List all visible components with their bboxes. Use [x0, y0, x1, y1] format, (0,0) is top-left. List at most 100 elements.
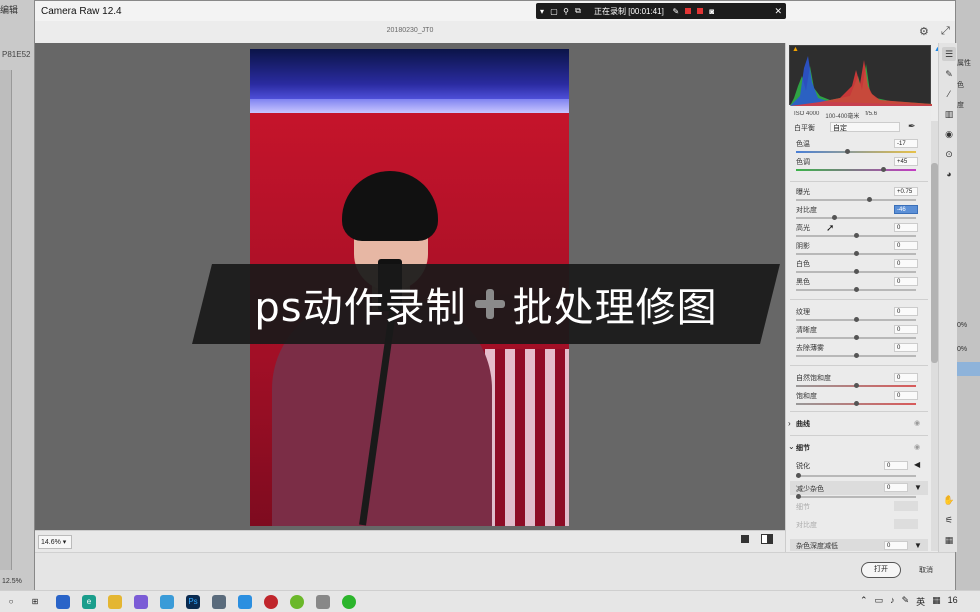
slider-track[interactable] [796, 233, 916, 238]
photoshop-icon[interactable]: Ps [186, 595, 200, 609]
slider-value-field[interactable]: +0.75 [894, 187, 918, 196]
slider-value-field[interactable]: 0 [894, 277, 918, 286]
slider-value-field[interactable]: -46 [894, 205, 918, 214]
pause-icon[interactable] [696, 8, 703, 14]
close-icon[interactable]: ✕ [774, 6, 782, 17]
zoom-select[interactable]: 14.6% ▾ [38, 535, 72, 549]
slider-value-field[interactable]: 0 [894, 259, 918, 268]
chevron-right-icon[interactable]: › [788, 419, 791, 428]
slider-track[interactable] [796, 287, 916, 292]
pen-icon[interactable]: ✎ [902, 595, 910, 608]
slider-thumb[interactable] [853, 287, 859, 292]
slider-value-field[interactable]: -17 [894, 139, 918, 148]
single-view-icon[interactable] [741, 535, 749, 543]
eye-icon[interactable]: ◉ [914, 419, 920, 427]
ps-doc-tab[interactable]: P81E52 [2, 50, 30, 59]
slider-value-field[interactable]: 0 [894, 241, 918, 250]
start-icon[interactable]: ○ [4, 595, 18, 609]
app-icon[interactable] [56, 595, 70, 609]
hand-icon[interactable]: ✋ [942, 493, 956, 507]
slider-thumb[interactable] [853, 353, 859, 358]
sharpen-slider[interactable] [796, 473, 916, 478]
network-icon[interactable]: ▭ [875, 595, 884, 608]
open-button[interactable]: 打开 [861, 562, 901, 578]
slider-value-field[interactable]: 0 [894, 373, 918, 382]
clock[interactable]: 16 [948, 595, 958, 608]
task-view-icon[interactable]: ⊞ [28, 595, 42, 609]
slider-value-field[interactable]: 0 [894, 391, 918, 400]
redeye-icon[interactable]: ⊙ [942, 147, 956, 161]
white-balance-select[interactable]: 自定 [830, 122, 900, 132]
triangle-left-icon[interactable]: ◀ [914, 460, 920, 469]
input-method[interactable]: 英 [916, 595, 925, 608]
presets-icon[interactable]: ◕ [942, 167, 956, 181]
edge-icon[interactable]: e [82, 595, 96, 609]
slider-value-field[interactable]: 0 [894, 223, 918, 232]
slider-track[interactable] [796, 317, 916, 322]
recorder-icon[interactable] [264, 595, 278, 609]
slider-track[interactable] [796, 383, 916, 388]
pen-icon[interactable]: ✎ [670, 7, 682, 16]
noise-reduction-value[interactable]: 0 [884, 483, 908, 492]
scrollbar-thumb[interactable] [931, 163, 938, 363]
app-icon[interactable] [160, 595, 174, 609]
slider-track[interactable] [796, 335, 916, 340]
color-sampler-icon[interactable]: ⚟ [942, 513, 956, 527]
chevron-down-icon[interactable]: ⌄ [788, 442, 795, 451]
gear-icon[interactable]: ⚙ [919, 25, 929, 38]
zoom-icon[interactable]: ⚲ [560, 7, 572, 16]
ps-panel-item[interactable]: 度 [957, 100, 964, 110]
chevron-up-icon[interactable]: ⌃ [860, 595, 868, 608]
section-curve[interactable]: 曲线 [796, 419, 810, 429]
ps-menu-edit[interactable]: 编辑 [0, 3, 36, 16]
app-icon[interactable] [238, 595, 252, 609]
grid-icon[interactable]: ▦ [942, 533, 956, 547]
ps-properties-tab[interactable]: 属性 [957, 58, 971, 68]
slider-track[interactable] [796, 197, 916, 202]
cancel-button[interactable]: 取消 [919, 565, 933, 575]
slider-thumb[interactable] [853, 401, 859, 406]
shadow-clipping-icon[interactable]: ▲ [792, 46, 799, 53]
eyedropper-icon[interactable]: ✒ [908, 121, 916, 132]
edit-sliders-icon[interactable]: ☰ [942, 47, 956, 61]
crop-icon[interactable]: ✎ [942, 67, 956, 81]
slider-thumb[interactable] [881, 167, 887, 172]
app-icon[interactable] [212, 595, 226, 609]
slider-thumb[interactable] [853, 251, 859, 256]
wechat-icon[interactable] [342, 595, 356, 609]
app-icon[interactable] [290, 595, 304, 609]
slider-thumb[interactable] [853, 335, 859, 340]
radial-filter-icon[interactable]: ◉ [942, 127, 956, 141]
camera-icon[interactable]: ◙ [706, 7, 718, 16]
color-noise-value[interactable]: 0 [884, 541, 908, 550]
sharpen-value[interactable]: 0 [884, 461, 908, 470]
slider-value-field[interactable]: 0 [894, 307, 918, 316]
folder-icon[interactable] [108, 595, 122, 609]
stop-icon[interactable] [684, 8, 691, 14]
section-detail[interactable]: 细节 [796, 443, 810, 453]
slider-thumb[interactable] [853, 383, 859, 388]
slider-track[interactable] [796, 167, 916, 172]
slider-thumb[interactable] [853, 317, 859, 322]
slider-thumb[interactable] [867, 197, 873, 202]
triangle-down-icon[interactable]: ▼ [914, 483, 922, 492]
slider-thumb[interactable] [831, 215, 837, 220]
slider-value-field[interactable]: 0 [894, 325, 918, 334]
app-icon[interactable] [134, 595, 148, 609]
dropdown-icon[interactable]: ▾ [536, 7, 548, 16]
brush-icon[interactable]: ⁄ [942, 87, 956, 101]
before-after-icon[interactable] [761, 534, 773, 544]
slider-thumb[interactable] [853, 269, 859, 274]
triangle-down-icon[interactable]: ▼ [914, 541, 922, 550]
slider-track[interactable] [796, 269, 916, 274]
slider-track[interactable] [796, 149, 916, 154]
screenshot-icon[interactable]: ▢ [548, 7, 560, 16]
slider-track[interactable] [796, 251, 916, 256]
slider-track[interactable] [796, 353, 916, 358]
slider-thumb[interactable] [845, 149, 851, 154]
ps-selected-layer[interactable] [955, 362, 980, 376]
fullscreen-icon[interactable]: ⤢ [941, 25, 950, 38]
gradient-icon[interactable]: ▥ [942, 107, 956, 121]
grid-icon[interactable]: ▦ [932, 595, 941, 608]
slider-value-field[interactable]: +45 [894, 157, 918, 166]
